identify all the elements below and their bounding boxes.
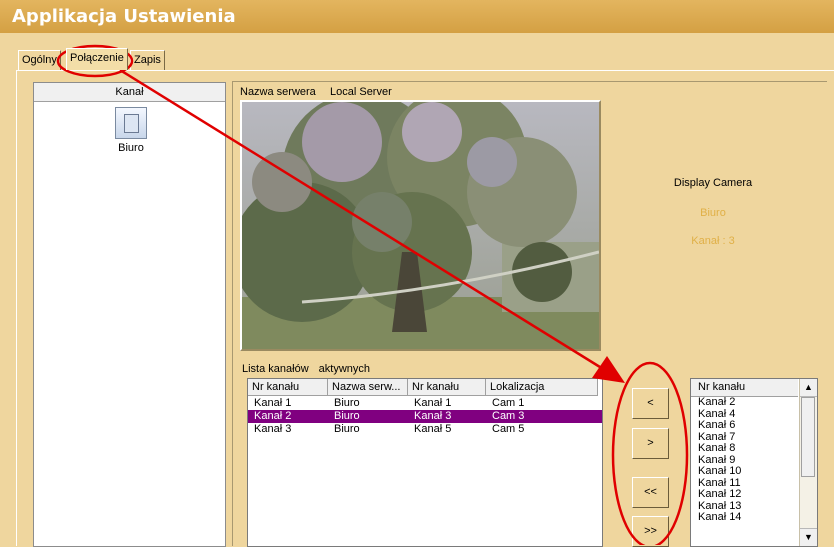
cell-channel: Kanał 3 — [254, 423, 292, 435]
active-channels-label-part2: aktywnych — [318, 363, 371, 375]
cell-server: Biuro — [334, 423, 360, 435]
active-channels-label: Lista kanałów aktywnych — [242, 363, 380, 375]
display-camera-name: Biuro — [700, 207, 726, 219]
move-all-left-button[interactable]: << — [632, 477, 669, 508]
active-channels-label-part1: Lista kanałów — [242, 363, 309, 375]
active-channels-list[interactable]: Nr kanału Nazwa serw... Nr kanału Lokali… — [247, 378, 603, 547]
tab-connection[interactable]: Połączenie — [66, 48, 128, 70]
window-title: Applikacja Ustawienia — [12, 6, 236, 27]
active-channels-header: Nr kanału Nazwa serw... Nr kanału Lokali… — [248, 379, 602, 397]
tab-recording[interactable]: Zapis — [130, 50, 165, 70]
channel-tree-header[interactable]: Kanał — [34, 83, 225, 102]
cell-server: Biuro — [334, 410, 360, 422]
server-name-label: Nazwa serwera — [240, 86, 316, 98]
cell-location: Cam 1 — [492, 397, 525, 409]
scrollbar-thumb[interactable] — [801, 397, 815, 477]
column-header-channel[interactable]: Nr kanału — [248, 379, 328, 396]
column-header-channel-no[interactable]: Nr kanału — [408, 379, 486, 396]
server-name-value: Local Server — [330, 86, 392, 98]
table-row[interactable]: Kanał 1 Biuro Kanał 1 Cam 1 — [248, 397, 602, 410]
display-camera-label: Display Camera — [673, 177, 753, 189]
tab-general[interactable]: Ogólny — [18, 50, 61, 70]
cell-location: Cam 3 — [492, 410, 525, 422]
cell-server: Biuro — [334, 397, 360, 409]
move-left-button[interactable]: < — [632, 388, 669, 419]
display-camera-channel: Kanał : 3 — [691, 235, 735, 247]
camera-preview — [240, 100, 601, 351]
scroll-down-icon[interactable]: ▼ — [800, 528, 817, 546]
cell-channel-no: Kanał 3 — [414, 410, 452, 422]
camera-preview-image — [242, 102, 599, 349]
cell-channel-no: Kanał 1 — [414, 397, 452, 409]
move-all-right-button[interactable]: >> — [632, 516, 669, 547]
server-item-biuro[interactable]: Biuro — [96, 107, 166, 154]
column-header-server[interactable]: Nazwa serw... — [328, 379, 408, 396]
available-channels-list[interactable]: Nr kanału Kanał 2 Kanał 4 Kanał 6 Kanał … — [690, 378, 818, 547]
move-right-button[interactable]: > — [632, 428, 669, 459]
server-item-label: Biuro — [118, 142, 144, 154]
table-row-selected[interactable]: Kanał 2 Biuro Kanał 3 Cam 3 — [248, 410, 602, 423]
cell-channel: Kanał 2 — [254, 410, 292, 422]
cell-channel: Kanał 1 — [254, 397, 292, 409]
available-channels-header[interactable]: Nr kanału — [691, 379, 798, 397]
table-row[interactable]: Kanał 3 Biuro Kanał 5 Cam 5 — [248, 423, 602, 436]
cell-channel-no: Kanał 5 — [414, 423, 452, 435]
title-bar: Applikacja Ustawienia — [0, 0, 834, 33]
scroll-up-icon[interactable]: ▲ — [800, 379, 817, 397]
vertical-scrollbar[interactable]: ▲ ▼ — [799, 379, 817, 546]
server-icon — [115, 107, 147, 139]
channel-tree-panel: Kanał Biuro — [33, 82, 226, 547]
cell-location: Cam 5 — [492, 423, 525, 435]
column-header-location[interactable]: Lokalizacja — [486, 379, 598, 396]
